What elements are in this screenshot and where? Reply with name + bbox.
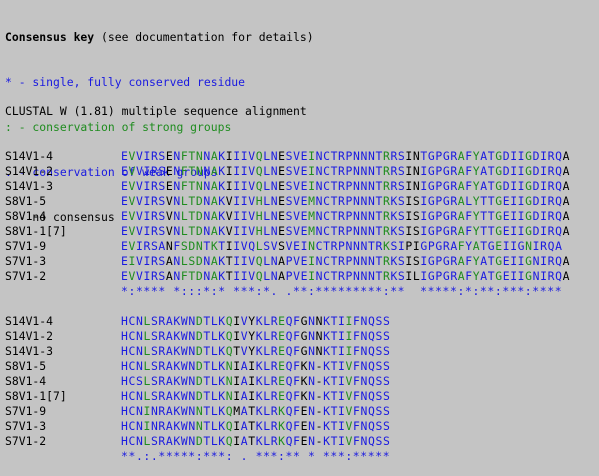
sequence-name: S14V1-2 [5,164,54,178]
sequence-name: S7V1-3 [5,419,47,433]
alignment-row: S8V1-4 HCSLSRAKWNDTLKNIAIKLREQFKN-KTIVFNQ… [5,374,390,389]
alignment-row: S8V1-4 EVVIRSVNLTDNAKVIIVHLNESVEMNCTRPNNN… [5,209,570,224]
sequence-name: S14V1-3 [5,344,54,358]
sequence-name: S8V1-4 [5,209,47,223]
key-symbol: : [5,120,12,134]
consensus-symbols: **.:.*****:***: . ***:** * ***:***** [121,449,391,463]
sequence-name: S7V1-9 [5,239,47,253]
sequence-residues: HCNLSRAKWNDTLKQIVYKLREQFGNNKTIIFNQSS [121,314,391,328]
alignment-block-2: S14V1-4 HCNLSRAKWNDTLKQIVYKLREQFGNNKTIIFN… [5,314,390,464]
alignment-block-1: S14V1-4 EVVIRSENFTNNAKIIIVQLNESVEINCTRPNN… [5,149,570,299]
sequence-name: S14V1-4 [5,149,54,163]
alignment-row: S7V1-3 HCNINRAKWNNTLKQIATKLRKQFEN-KTIVFNQ… [5,419,390,434]
sequence-residues: EVVIRSVNLTDNAKVIIVHLNESVEMNCTRPNNNTRKSIS… [121,224,571,238]
sequence-residues: HCNLSRAKWNDTLKQIVYKLREQFGNNKTIIFNQSS [121,329,391,343]
consensus-key-title: Consensus key [5,30,95,44]
alignment-row: S7V1-9 EVIRSANFSDNTKTIIVQLSVSVEINCTRPNNNT… [5,239,570,254]
sequence-residues: EVVIRSVNLTDNAKVIIVHLNESVEMNCTRPNNNTRKSIS… [121,194,571,208]
sequence-residues: HCNLSRAKWNDTLKQTVYKLREQFGNNKTIIFNQSS [121,344,391,358]
sequence-residues: HCNLSRAKWNDTLKQIATKLRKQFEN-KTIVFNQSS [121,434,391,448]
consensus-key-heading: Consensus key (see documentation for det… [5,30,314,45]
sequence-name: S14V1-4 [5,314,54,328]
alignment-row: S14V1-2 HCNLSRAKWNDTLKQIVYKLREQFGNNKTIIFN… [5,329,390,344]
sequence-residues: EVVIRSENFTNNAKIIIVQLNESVEINCTRPNNNTRRSIN… [121,164,571,178]
sequence-name: S8V1-4 [5,374,47,388]
sequence-residues: EVVIRSENFTNNAKIIIVQLNESVEINCTRPNNNTRRSIN… [121,149,571,163]
sequence-name: S7V1-3 [5,254,47,268]
consensus-row: **.:.*****:***: . ***:** * ***:***** [5,449,390,464]
key-symbol: * [5,75,12,89]
alignment-row: S7V1-3 EIVIRSANLSDNAKTIIVQLNAPVEINCTRPNNN… [5,254,570,269]
sequence-name: S8V1-5 [5,359,47,373]
sequence-residues: HCNLSRAKWNDTLKNIAIKLREQFKN-KTIVFNQSS [121,359,391,373]
alignment-row: S14V1-2 EVVIRSENFTNNAKIIIVQLNESVEINCTRPNN… [5,164,570,179]
alignment-row: S14V1-4 EVVIRSENFTNNAKIIIVQLNESVEINCTRPNN… [5,149,570,164]
sequence-name: S7V1-9 [5,404,47,418]
alignment-row: S8V1-5 HCNLSRAKWNDTLKNIAIKLREQFKN-KTIVFNQ… [5,359,390,374]
sequence-residues: HCNINRAKWNNTLKQMATKLRKQFEN-KTIVFNQSS [121,404,391,418]
sequence-residues: HCNLSRAKWNDTLKNIAIKLREQFKN-KTIVFNQSS [121,389,391,403]
key-text: - single, fully conserved residue [11,75,246,89]
key-text: - conservation of strong groups [11,120,232,134]
consensus-key-note: (see documentation for details) [94,30,314,44]
alignment-row: S14V1-3 EVVIRSENFTNNAKIIIVQLNESVEINCTRPNN… [5,179,570,194]
sequence-residues: EVVIRSENFTNNAKIIIVQLNESVEINCTRPNNNTRRSIN… [121,179,571,193]
consensus-symbols: *:**** *:::*:* ***:*. .**:*********:** *… [121,284,563,298]
sequence-residues: EIVIRSANLSDNAKTIIVQLNAPVEINCTRPNNNTRKSIS… [121,254,571,268]
alignment-row: S8V1-1[7] HCNLSRAKWNDTLKNIAIKLREQFKN-KTIV… [5,389,390,404]
key-item-strong: : - conservation of strong groups [5,120,314,135]
sequence-name: S14V1-2 [5,329,54,343]
clustal-output-page: Consensus key (see documentation for det… [0,0,599,476]
alignment-row: S7V1-2 HCNLSRAKWNDTLKQIATKLRKQFEN-KTIVFNQ… [5,434,390,449]
alignment-row: S14V1-3 HCNLSRAKWNDTLKQTVYKLREQFGNNKTIIFN… [5,344,390,359]
sequence-residues: HCNINRAKWNNTLKQIATKLRKQFEN-KTIVFNQSS [121,419,391,433]
sequence-name: S14V1-3 [5,179,54,193]
sequence-name: S8V1-5 [5,194,47,208]
sequence-name: S8V1-1[7] [5,224,67,238]
sequence-name: S8V1-1[7] [5,389,67,403]
alignment-row: S14V1-4 HCNLSRAKWNDTLKQIVYKLREQFGNNKTIIFN… [5,314,390,329]
sequence-name: S7V1-2 [5,269,47,283]
sequence-residues: EVVIRSANFTDNAKTIIVQLNAPVEINCTRPNNNTRKSIL… [121,269,571,283]
alignment-row: S7V1-9 HCNINRAKWNNTLKQMATKLRKQFEN-KTIVFNQ… [5,404,390,419]
alignment-row: S8V1-5 EVVIRSVNLTDNAKVIIVHLNESVEMNCTRPNNN… [5,194,570,209]
sequence-name: S7V1-2 [5,434,47,448]
consensus-row: *:**** *:::*:* ***:*. .**:*********:** *… [5,284,570,299]
sequence-residues: EVVIRSVNLTDNAKVIIVHLNESVEMNCTRPNNNTRKSIS… [121,209,571,223]
key-item-identical: * - single, fully conserved residue [5,75,314,90]
sequence-residues: EVIRSANFSDNTKTIIVQLSVSVEINCTRPNNNTRKSIPI… [121,239,563,253]
sequence-residues: HCSLSRAKWNDTLKNIAIKLREQFKN-KTIVFNQSS [121,374,391,388]
alignment-row: S8V1-1[7] EVVIRSVNLTDNAKVIIVHLNESVEMNCTRP… [5,224,570,239]
alignment-header: CLUSTAL W (1.81) multiple sequence align… [5,104,307,118]
alignment-row: S7V1-2 EVVIRSANFTDNAKTIIVQLNAPVEINCTRPNNN… [5,269,570,284]
